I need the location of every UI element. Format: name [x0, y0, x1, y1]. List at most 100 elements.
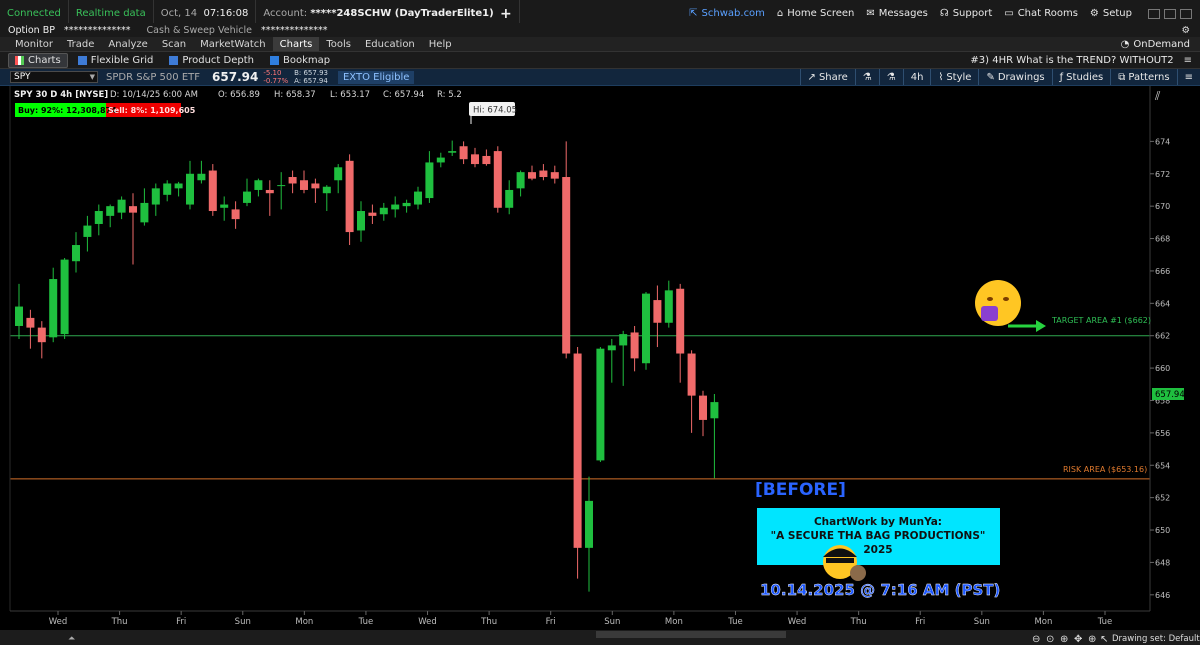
style-button[interactable]: ⌇ Style: [930, 69, 978, 85]
exto-badge: EXTO Eligible: [337, 70, 415, 84]
candle-body-up: [516, 172, 525, 189]
drawing-set-label[interactable]: Drawing set: Default: [1112, 634, 1200, 644]
symbol-toolbar: SPY ▼ SPDR S&P 500 ETF 657.94 -5.10 -0.7…: [0, 69, 1200, 86]
workspace-name[interactable]: #3) 4HR What is the TREND? WITHOUT2: [970, 55, 1173, 66]
candle-body-up: [49, 279, 58, 338]
candle-body-up: [254, 180, 263, 190]
aggregation-button[interactable]: 4h: [902, 69, 931, 85]
drawings-button[interactable]: ✎ Drawings: [978, 69, 1051, 85]
menu-item-analyze[interactable]: Analyze: [101, 37, 154, 51]
menu-item-monitor[interactable]: Monitor: [8, 37, 60, 51]
option-bp-label: Option BP: [8, 24, 55, 36]
candle-body-down: [288, 177, 297, 184]
y-tick-label: 664: [1155, 299, 1170, 308]
option-bp-value: **************: [64, 24, 131, 36]
time-text: 07:16:08: [203, 8, 249, 19]
zoom-in-icon[interactable]: ⊕: [1060, 634, 1068, 645]
ondemand-button[interactable]: ◔ OnDemand: [1121, 39, 1190, 50]
chart-menu-button[interactable]: ≡: [1176, 69, 1200, 85]
bid-ask: B: 657.93 A: 657.94: [294, 69, 328, 85]
flask-button[interactable]: ⚗: [854, 69, 879, 85]
menu-item-help[interactable]: Help: [422, 37, 459, 51]
menu-item-tools[interactable]: Tools: [319, 37, 358, 51]
x-tick-label: Mon: [1034, 617, 1052, 627]
bid-value: B: 657.93: [294, 69, 328, 77]
tab-product-depth-label: Product Depth: [182, 54, 254, 66]
zoom-search-icon[interactable]: ⊙: [1046, 634, 1054, 645]
candle-body-up: [83, 225, 92, 237]
menu-item-education[interactable]: Education: [358, 37, 422, 51]
x-tick-label: Fri: [176, 617, 186, 627]
window-controls: [1144, 8, 1192, 19]
close-icon[interactable]: [1180, 8, 1192, 19]
candle-body-down: [562, 177, 571, 354]
schwab-link[interactable]: ⇱ Schwab.com: [689, 8, 765, 19]
candle-body-up: [402, 202, 411, 207]
horizontal-scrollbar[interactable]: [596, 631, 786, 638]
symbol-input[interactable]: SPY ▼: [10, 71, 98, 83]
last-price: 657.94: [212, 70, 259, 84]
tab-flexible-grid[interactable]: Flexible Grid: [72, 54, 160, 67]
aggregation-label: 4h: [910, 71, 924, 83]
timestamp-label: 10.14.2025 @ 7:16 AM (PST): [760, 581, 1000, 599]
candle-body-up: [619, 334, 628, 346]
flask-alt-button[interactable]: ⚗: [878, 69, 903, 85]
symbol-input-value: SPY: [14, 72, 31, 82]
candle-body-up: [163, 183, 172, 195]
crosshair-icon[interactable]: ⊕: [1088, 634, 1096, 645]
last-price-tag: 657.94: [1155, 390, 1185, 400]
menu-item-charts[interactable]: Charts: [272, 37, 320, 51]
hamburger-menu-icon[interactable]: ≡: [1184, 55, 1192, 66]
candle-body-up: [72, 245, 80, 262]
setup-button[interactable]: ⚙ Setup: [1090, 8, 1132, 19]
candle-body-down: [630, 332, 639, 359]
zoom-out-icon[interactable]: ⊖: [1032, 634, 1040, 645]
axis-menu-icon[interactable]: ⫽: [1154, 89, 1161, 103]
tab-charts[interactable]: Charts: [8, 52, 68, 68]
candle-body-up: [117, 199, 126, 213]
home-screen-button[interactable]: ⌂ Home Screen: [777, 8, 854, 19]
candle-body-up: [391, 204, 400, 210]
x-tick-label: Tue: [1097, 617, 1113, 627]
candle-body-up: [243, 191, 251, 203]
messages-label: Messages: [878, 8, 928, 19]
hamburger-icon: ≡: [1184, 71, 1193, 83]
minimize-icon[interactable]: [1148, 8, 1160, 19]
candle: [642, 291, 650, 370]
support-button[interactable]: ☊ Support: [940, 8, 992, 19]
bandit-money-bag: [850, 565, 866, 581]
menu-item-trade[interactable]: Trade: [60, 37, 101, 51]
candle-body-down: [699, 395, 707, 420]
studies-icon: ƒ: [1059, 71, 1064, 83]
tab-product-depth[interactable]: Product Depth: [163, 54, 260, 67]
x-tick-label: Thu: [111, 617, 128, 627]
emoji-eye-right: [1003, 297, 1009, 301]
chat-rooms-button[interactable]: ▭ Chat Rooms: [1004, 8, 1078, 19]
main-menu: Monitor Trade Analyze Scan MarketWatch Charts…: [0, 37, 459, 51]
x-tick-label: Wed: [418, 617, 437, 627]
candle-body-down: [345, 160, 354, 233]
y-tick-label: 648: [1155, 558, 1170, 567]
tab-bookmap[interactable]: Bookmap: [264, 54, 336, 67]
price-chart[interactable]: SPY 30 D 4h [NYSE] D: 10/14/25 6:00 AM O…: [0, 86, 1200, 645]
candle-body-up: [334, 167, 343, 181]
menu-item-marketwatch[interactable]: MarketWatch: [193, 37, 273, 51]
pan-icon[interactable]: ✥: [1074, 634, 1082, 645]
menu-item-scan[interactable]: Scan: [155, 37, 193, 51]
messages-button[interactable]: ✉ Messages: [866, 8, 927, 19]
studies-button[interactable]: ƒ Studies: [1051, 69, 1111, 85]
candle-body-up: [151, 188, 160, 205]
pointer-icon[interactable]: ↖: [1100, 634, 1108, 645]
collapse-icon[interactable]: ⏶: [68, 634, 76, 644]
share-button[interactable]: ↗ Share: [799, 69, 855, 85]
y-tick-label: 666: [1155, 267, 1170, 276]
chart-subtabs-bar: Charts Flexible Grid Product Depth Bookm…: [0, 52, 1200, 69]
candle-body-down: [129, 206, 137, 213]
maximize-icon[interactable]: [1164, 8, 1176, 19]
patterns-button[interactable]: ⧉ Patterns: [1110, 69, 1176, 85]
y-tick-label: 672: [1155, 170, 1170, 179]
setup-label: Setup: [1102, 8, 1132, 19]
candle-body-up: [60, 259, 69, 335]
settings-gear-icon[interactable]: ⚙: [1181, 25, 1190, 36]
add-account-button[interactable]: +: [500, 6, 512, 22]
